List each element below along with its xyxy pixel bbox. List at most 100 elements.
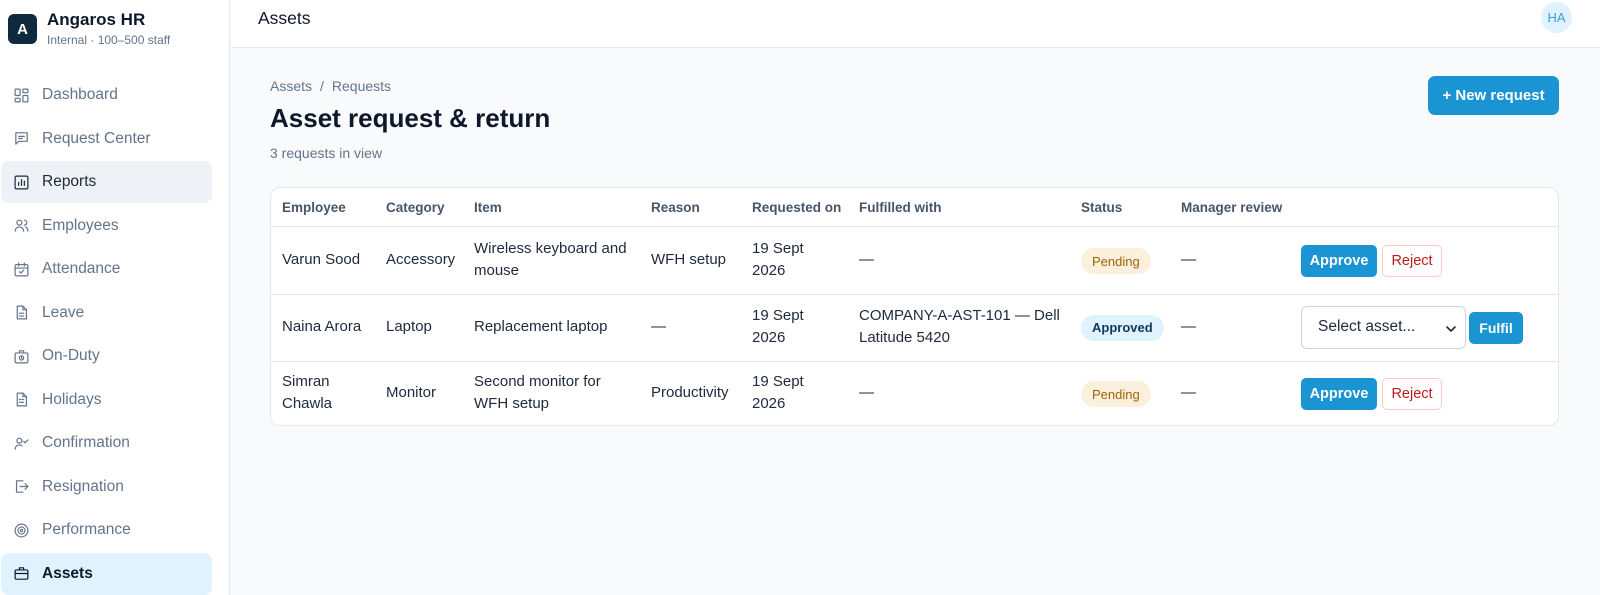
sidebar-item-label: Resignation [42,477,124,495]
cell-requested-on: 19 Sept 2026 [752,305,804,349]
column-header-status: Status [1081,200,1123,215]
cell-requested-on: 19 Sept 2026 [752,238,804,282]
cell-employee-line: Varun Sood [282,251,361,268]
cell-reason: WFH setup [651,251,727,268]
cell-employee-line: Simran [282,373,330,390]
breadcrumb-root[interactable]: Assets [270,78,312,94]
calendar-check-icon [13,261,30,278]
sidebar-item-label: On-Duty [42,347,100,364]
cell-requested-on-line: 19 Sept [752,240,804,257]
asset-select[interactable]: Select asset... [1301,305,1466,349]
chevron-down-icon [1445,322,1457,334]
sidebar-item-performance[interactable]: Performance [1,509,212,551]
main-content: Assets / Requests Asset request & return 3… [231,48,1600,595]
asset-select-value: Select asset... [1318,318,1416,335]
cell-item: Wireless keyboard and mouse [474,238,627,282]
sidebar-item-request-center[interactable]: Request Center [1,118,212,160]
sidebar-item-label: Request Center [42,129,151,147]
cell-fulfilled-with: COMPANY-A-AST-101 — Dell Latitude 5420 [859,305,1060,349]
cell-fulfilled-with-line: COMPANY-A-AST-101 — Dell [859,306,1060,324]
sidebar-item-label: Attendance [42,260,121,277]
column-header-category: Category [386,200,445,215]
sidebar-item-label: Holidays [42,390,102,408]
breadcrumb-separator: / [320,78,324,94]
brand-subtitle: Internal · 100–500 staff [47,33,171,47]
request-count: 3 requests in view [270,145,383,161]
sidebar-item-label: Confirmation [42,434,130,451]
logout-icon [13,478,30,495]
reject-button[interactable]: Reject [1382,245,1442,277]
status-badge: Approved [1081,314,1164,341]
briefcase-icon [13,565,30,582]
sidebar: A Angaros HR Internal · 100–500 staff Da… [0,0,230,595]
cell-reason: — [651,317,666,335]
topbar-title: Assets [258,8,311,28]
cell-requested-on-line: 19 Sept [752,373,804,390]
sidebar-item-label: Performance [42,521,131,538]
column-header-employee: Employee [282,200,346,215]
breadcrumb: Assets / Requests [270,78,391,94]
cell-employee-line: Chawla [282,395,333,412]
approve-button[interactable]: Approve [1301,245,1377,277]
cell-manager-review: — [1181,384,1196,401]
cell-item-line: WFH setup [474,395,550,412]
status-badge: Pending [1081,248,1151,274]
column-header-fulfilled-with: Fulfilled with [859,200,942,215]
sidebar-item-attendance[interactable]: Attendance [1,248,212,290]
cell-requested-on-line: 2026 [752,395,786,412]
cell-employee-line: Naina Arora [282,317,362,335]
fulfil-button[interactable]: Fulfil [1469,311,1523,344]
cell-category: Accessory [386,251,456,268]
cell-manager-review: — [1181,317,1196,335]
sidebar-item-holidays[interactable]: Holidays [1,379,212,421]
new-request-button[interactable]: + New request [1428,76,1559,115]
cell-requested-on-line: 2026 [752,262,786,279]
bar-chart-icon [13,174,30,191]
brand: A Angaros HR Internal · 100–500 staff [0,0,229,58]
cell-category: Monitor [386,384,437,401]
cell-fulfilled-with: — [859,382,874,404]
sidebar-item-reports[interactable]: Reports [1,161,212,203]
cell-item: Replacement laptop [474,316,607,338]
sidebar-item-resignation[interactable]: Resignation [1,466,212,508]
briefcase-clock-icon [13,348,30,365]
sidebar-item-label: Assets [42,564,93,582]
topbar: Assets HA [231,0,1600,48]
approve-button[interactable]: Approve [1301,378,1377,410]
avatar[interactable]: HA [1541,2,1572,33]
cell-category: Laptop [386,317,432,335]
sidebar-nav: Dashboard Request Center Reports Employees A… [0,74,229,595]
dashboard-icon [13,87,30,104]
column-header-requested-on: Requested on [752,200,842,215]
brand-logo: A [8,14,37,44]
brand-name: Angaros HR [47,10,146,29]
sidebar-item-confirmation[interactable]: Confirmation [1,422,212,464]
cell-employee: Varun Sood [282,249,360,271]
target-icon [13,522,30,539]
cell-item-line: mouse [474,262,520,279]
cell-fulfilled-with-line: — [859,251,874,268]
table-row: Naina Arora Laptop Replacement laptop — 19 S… [271,294,1558,362]
column-header-manager-review: Manager review [1181,200,1283,215]
sidebar-item-label: Reports [42,173,97,190]
sidebar-item-dashboard[interactable]: Dashboard [1,74,212,116]
sidebar-item-employees[interactable]: Employees [1,205,212,247]
document-icon [13,304,30,321]
sidebar-item-assets[interactable]: Assets [1,552,212,595]
sidebar-item-leave[interactable]: Leave [1,292,212,334]
table-header: Employee Category Item Reason Requested on Fu… [271,188,1558,227]
sidebar-item-on-duty[interactable]: On-Duty [1,335,212,377]
cell-manager-review: — [1181,251,1196,268]
sidebar-item-label: Leave [42,303,85,321]
table-row: Varun Sood Accessory Wireless keyboard and… [271,227,1558,295]
users-icon [13,217,30,234]
status-badge: Pending [1081,381,1151,407]
message-icon [13,130,30,147]
column-header-reason: Reason [651,200,700,215]
page-title: Asset request & return [270,103,551,133]
breadcrumb-current: Requests [331,78,392,94]
reject-button[interactable]: Reject [1382,378,1442,410]
cell-employee: Naina Arora [282,316,361,338]
cell-item-line: Wireless keyboard and [474,240,627,257]
cell-fulfilled-with-line: Latitude 5420 [859,328,950,346]
